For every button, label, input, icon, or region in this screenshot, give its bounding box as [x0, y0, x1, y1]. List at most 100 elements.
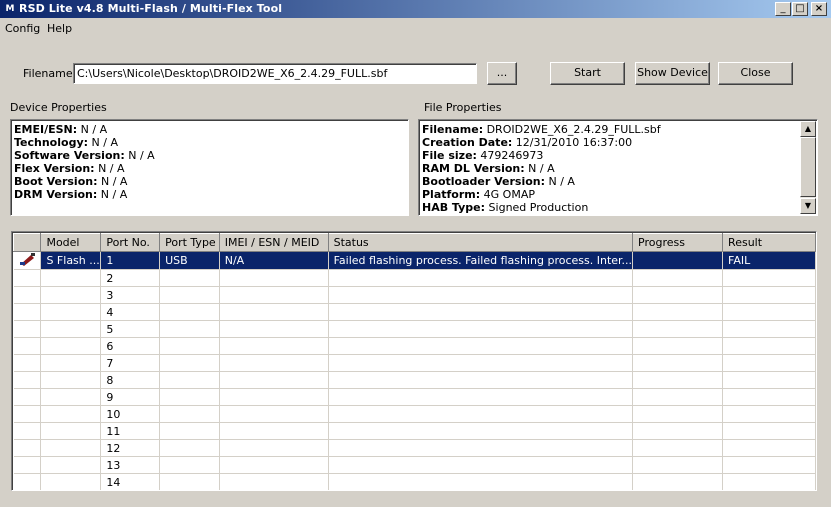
cell-status: [328, 286, 634, 304]
cell-result: [722, 354, 816, 372]
cell-result: [722, 439, 816, 457]
table-row[interactable]: 11: [13, 422, 816, 440]
cell-result: [722, 303, 816, 321]
cell-model: [40, 439, 102, 457]
cell-progress: [632, 337, 724, 355]
empty-icon-cell: [13, 388, 42, 406]
cell-port-type: USB: [159, 251, 220, 270]
table-row[interactable]: S Flash ... 1 USB N/A Failed flashing proces…: [13, 251, 816, 270]
device-property-row: Software Version: N / A: [11, 149, 408, 162]
table-row[interactable]: 3: [13, 286, 816, 304]
cell-imei: [219, 405, 329, 423]
table-row[interactable]: 2: [13, 269, 816, 287]
usb-phone-icon: [13, 251, 42, 270]
empty-icon-cell: [13, 422, 42, 440]
cell-progress: [632, 269, 724, 287]
file-property-key: File size:: [422, 149, 477, 162]
device-property-value: N / A: [94, 162, 125, 175]
table-row[interactable]: 10: [13, 405, 816, 423]
table-row[interactable]: 4: [13, 303, 816, 321]
cell-port: 14: [100, 473, 161, 490]
file-property-key: Creation Date:: [422, 136, 513, 149]
scroll-thumb[interactable]: [800, 137, 816, 197]
cell-model: [40, 388, 102, 406]
device-grid: Model Port No. Port Type IMEI / ESN / MEID S…: [12, 233, 816, 490]
header-model[interactable]: Model: [40, 233, 102, 252]
device-property-key: EMEI/ESN:: [14, 123, 78, 136]
cell-port: 6: [100, 337, 161, 355]
cell-model: [40, 405, 102, 423]
cell-progress: [632, 473, 724, 490]
empty-icon-cell: [13, 473, 42, 490]
file-property-row: File size: 479246973: [419, 149, 817, 162]
file-property-value: N / A: [524, 162, 555, 175]
cell-imei: [219, 371, 329, 389]
filename-field[interactable]: C:\Users\Nicole\Desktop\DROID2WE_X6_2.4.…: [73, 63, 477, 84]
table-row[interactable]: 7: [13, 354, 816, 372]
start-button[interactable]: Start: [550, 62, 625, 85]
cell-result: [722, 405, 816, 423]
minimize-button[interactable]: _: [775, 2, 791, 16]
table-row[interactable]: 12: [13, 439, 816, 457]
empty-icon-cell: [13, 269, 42, 287]
maximize-button[interactable]: □: [792, 2, 808, 16]
cell-progress: [632, 456, 724, 474]
device-properties-title: Device Properties: [10, 101, 107, 114]
table-row[interactable]: 5: [13, 320, 816, 338]
cell-status: Failed flashing process. Failed flashing…: [328, 251, 634, 270]
close-window-button[interactable]: ×: [811, 2, 827, 16]
header-port-no[interactable]: Port No.: [100, 233, 161, 252]
browse-button[interactable]: ...: [487, 62, 517, 85]
cell-port-type: [159, 439, 220, 457]
header-port-type[interactable]: Port Type: [159, 233, 220, 252]
header-status[interactable]: Status: [327, 233, 634, 252]
device-property-value: N / A: [97, 175, 128, 188]
header-imei[interactable]: IMEI / ESN / MEID: [218, 233, 329, 252]
table-row[interactable]: 6: [13, 337, 816, 355]
cell-port-type: [159, 422, 220, 440]
cell-result: [722, 371, 816, 389]
cell-imei: [219, 422, 329, 440]
cell-imei: [219, 354, 329, 372]
cell-status: [328, 269, 634, 287]
file-property-row: RAM DL Version: N / A: [419, 162, 817, 175]
table-row[interactable]: 14: [13, 473, 816, 490]
filename-value: C:\Users\Nicole\Desktop\DROID2WE_X6_2.4.…: [77, 67, 388, 80]
cell-progress: [632, 251, 724, 270]
header-icon[interactable]: [12, 233, 42, 252]
cell-progress: [632, 388, 724, 406]
scroll-up-icon[interactable]: ▲: [800, 121, 816, 137]
file-properties-scrollbar[interactable]: ▲ ▼: [800, 121, 816, 214]
close-button[interactable]: Close: [718, 62, 793, 85]
empty-icon-cell: [13, 354, 42, 372]
device-property-value: N / A: [88, 136, 118, 149]
table-row[interactable]: 8: [13, 371, 816, 389]
header-result[interactable]: Result: [722, 233, 816, 252]
device-property-row: EMEI/ESN: N / A: [11, 123, 408, 136]
menu-config[interactable]: Config: [5, 22, 40, 35]
cell-result: [722, 337, 816, 355]
cell-result: FAIL: [722, 251, 816, 270]
table-row[interactable]: 13: [13, 456, 816, 474]
cell-status: [328, 320, 634, 338]
cell-imei: [219, 337, 329, 355]
device-property-value: N / A: [124, 149, 155, 162]
file-property-row: Filename: DROID2WE_X6_2.4.29_FULL.sbf: [419, 123, 817, 136]
scroll-down-icon[interactable]: ▼: [800, 198, 816, 214]
header-progress[interactable]: Progress: [632, 233, 724, 252]
menu-bar: Config Help: [0, 19, 831, 38]
table-row[interactable]: 9: [13, 388, 816, 406]
cell-result: [722, 286, 816, 304]
menu-help[interactable]: Help: [47, 22, 72, 35]
file-property-row: HAB Type: Signed Production: [419, 201, 817, 214]
cell-port-type: [159, 405, 220, 423]
cell-imei: [219, 320, 329, 338]
cell-model: [40, 286, 102, 304]
cell-imei: [219, 269, 329, 287]
cell-port-type: [159, 286, 220, 304]
cell-port-type: [159, 337, 220, 355]
show-device-button[interactable]: Show Device: [635, 62, 710, 85]
cell-status: [328, 303, 634, 321]
cell-progress: [632, 320, 724, 338]
device-property-key: Boot Version:: [14, 175, 98, 188]
